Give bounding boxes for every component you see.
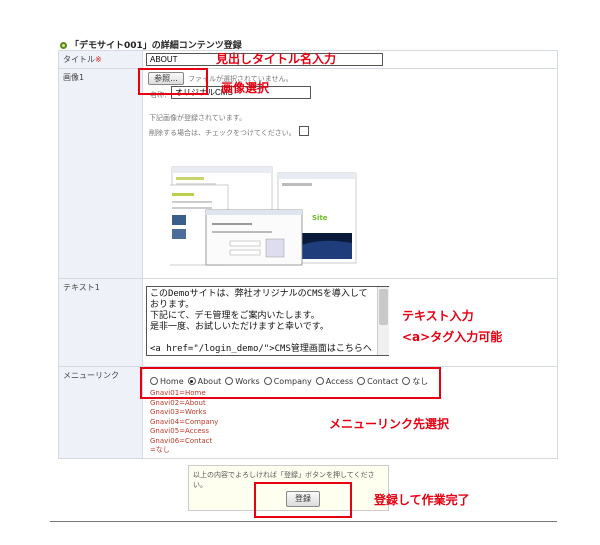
title-row-label: タイトル※: [58, 50, 143, 69]
menu-legend-item: Gnavi04=Company: [150, 417, 219, 426]
delete-note-text: 削除する場合は、チェックをつけてください。: [149, 129, 296, 137]
menu-legend-item: Gnavi03=Works: [150, 408, 207, 416]
annotation-title-input: 見出しタイトル名入力: [216, 52, 337, 66]
menu-legend-list: Gnavi01=Home Gnavi02=About Gnavi03=Works Gn…: [150, 389, 218, 456]
delete-note: 削除する場合は、チェックをつけてください。: [149, 126, 309, 138]
registered-note: 下記画像が登録されています。: [149, 114, 247, 122]
menu-legend-item: Gnavi06=Contact: [150, 436, 213, 445]
image-row-label: 画像1: [58, 68, 143, 279]
menu-label: メニューリンク: [63, 371, 119, 380]
delete-checkbox[interactable]: [298, 126, 309, 136]
required-mark: ※: [95, 55, 102, 64]
textarea-scrollbar[interactable]: [377, 287, 389, 355]
title-label: タイトル: [63, 55, 95, 64]
menu-legend-item: Gnavi05=Access: [150, 427, 209, 435]
annotation-register: 登録して作業完了: [374, 493, 470, 507]
footer-divider: [50, 521, 557, 522]
annotation-a-tag: <a>タグ入力可能: [402, 330, 503, 344]
text-body-textarea[interactable]: [146, 286, 389, 356]
highlight-register: [254, 482, 352, 518]
registered-image-thumbnail: Site: [170, 166, 357, 266]
menu-legend-item: Gnavi02=About: [150, 398, 206, 407]
heading-bullet-icon: [60, 42, 67, 49]
thumbnail-site-label: Site: [312, 214, 328, 222]
highlight-browse: [138, 68, 208, 95]
annotation-text-input: テキスト入力: [402, 309, 474, 323]
menu-row-label: メニューリンク: [58, 366, 143, 459]
annotation-image-select: 画像選択: [221, 81, 270, 95]
image-label: 画像1: [63, 73, 85, 82]
annotation-menu-select: メニューリンク先選択: [329, 417, 450, 431]
text-row-label: テキスト1: [58, 278, 143, 367]
thumbnail-dialog: [205, 209, 303, 266]
scrollbar-thumb[interactable]: [379, 289, 388, 325]
menu-legend-item: =なし: [150, 446, 170, 454]
text-label: テキスト1: [63, 283, 100, 292]
menu-legend-item: Gnavi01=Home: [150, 389, 206, 397]
